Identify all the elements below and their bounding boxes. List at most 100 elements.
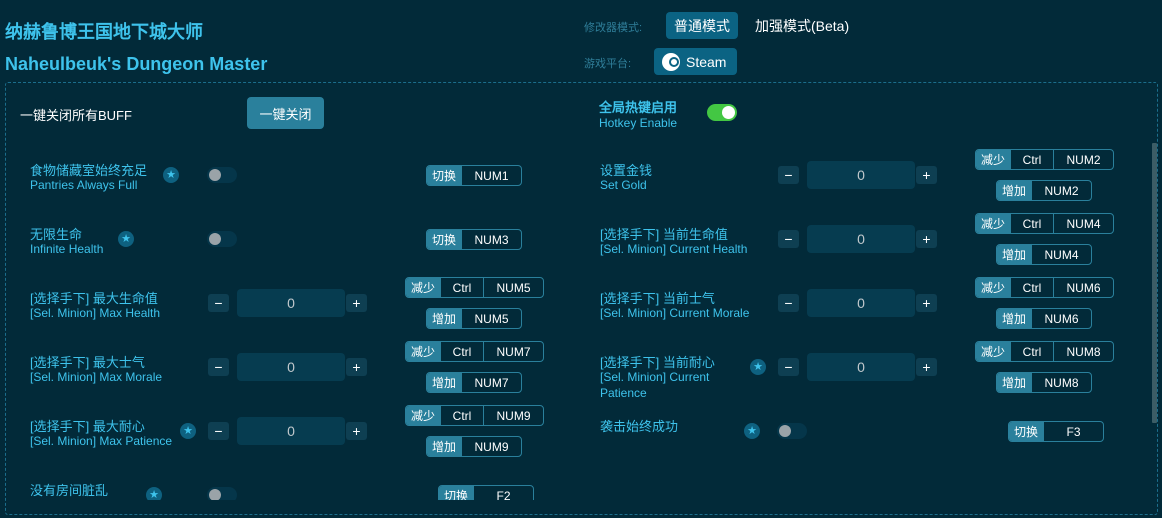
decrease-button[interactable]: − <box>208 294 229 312</box>
cheat-name-en: Pantries Always Full <box>30 178 138 192</box>
hotkey-increase-num8[interactable]: 增加 NUM8 <box>996 372 1093 393</box>
key-tag: 切换 <box>1009 422 1044 441</box>
hotkey-decrease-num6[interactable]: 减少 Ctrl NUM6 <box>975 277 1115 298</box>
key-tag: 增加 <box>997 309 1032 328</box>
hotkey-decrease-num9[interactable]: 减少 Ctrl NUM9 <box>405 405 545 426</box>
value-input[interactable]: 0 <box>237 289 345 317</box>
key-tag: 减少 <box>406 278 441 297</box>
hotkey-increase-num2[interactable]: 增加 NUM2 <box>996 180 1093 201</box>
key-cap: NUM3 <box>461 230 521 249</box>
hotkey-toggle-f3[interactable]: 切换 F3 <box>1008 421 1105 442</box>
star-icon[interactable]: ★ <box>118 231 134 247</box>
increase-button[interactable]: + <box>916 230 937 248</box>
value-input[interactable]: 0 <box>807 161 915 189</box>
cheat-name-en: [Sel. Minion] Max Health <box>30 306 161 320</box>
cheat-toggle[interactable] <box>207 231 237 247</box>
key-tag: 减少 <box>976 150 1011 169</box>
hotkey-increase-num7[interactable]: 增加 NUM7 <box>426 372 523 393</box>
key-tag: 减少 <box>406 342 441 361</box>
value-input[interactable]: 0 <box>807 289 915 317</box>
decrease-button[interactable]: − <box>208 422 229 440</box>
increase-button[interactable]: + <box>346 294 367 312</box>
hotkey-decrease-num4[interactable]: 减少 Ctrl NUM4 <box>975 213 1115 234</box>
key-cap: NUM4 <box>1053 214 1113 233</box>
value-input[interactable]: 0 <box>807 353 915 381</box>
increase-button[interactable]: + <box>916 294 937 312</box>
hotkey-toggle-num3[interactable]: 切换 NUM3 <box>426 229 523 250</box>
cheat-toggle[interactable] <box>207 487 237 500</box>
decrease-button[interactable]: − <box>778 294 799 312</box>
hotkey-decrease-num2[interactable]: 减少 Ctrl NUM2 <box>975 149 1115 170</box>
cheat-name-cn: 没有房间脏乱 <box>30 483 109 498</box>
key-tag: 减少 <box>976 278 1011 297</box>
star-icon[interactable]: ★ <box>146 487 162 500</box>
key-tag: 增加 <box>427 437 462 456</box>
cheat-list: 食物储藏室始终充足 Pantries Always Full ★ 切换 NUM1 无限生命… <box>0 0 1162 500</box>
key-tag: 切换 <box>427 166 462 185</box>
key-cap: NUM8 <box>1053 342 1113 361</box>
toggle-knob <box>209 233 221 245</box>
cheat-name-en: [Sel. Minion] Current Morale <box>600 306 750 320</box>
key-cap: NUM7 <box>483 342 543 361</box>
key-cap: F3 <box>1043 422 1103 441</box>
key-tag: 增加 <box>997 373 1032 392</box>
cheat-name-en: [Sel. Minion] Current Health <box>600 242 748 256</box>
decrease-button[interactable]: − <box>778 230 799 248</box>
hotkey-increase-num6[interactable]: 增加 NUM6 <box>996 308 1093 329</box>
key-cap: F2 <box>473 486 533 500</box>
key-cap: NUM7 <box>461 373 521 392</box>
key-cap: NUM1 <box>461 166 521 185</box>
increase-button[interactable]: + <box>916 166 937 184</box>
cheat-name-cn: 袭击始终成功 <box>600 419 679 434</box>
key-cap: Ctrl <box>440 342 483 361</box>
star-icon[interactable]: ★ <box>744 423 760 439</box>
key-cap: Ctrl <box>1010 150 1053 169</box>
decrease-button[interactable]: − <box>208 358 229 376</box>
hotkey-increase-num9[interactable]: 增加 NUM9 <box>426 436 523 457</box>
key-cap: Ctrl <box>440 406 483 425</box>
hotkey-decrease-num8[interactable]: 减少 Ctrl NUM8 <box>975 341 1115 362</box>
cheat-toggle[interactable] <box>207 167 237 183</box>
cheat-name-en: [Sel. Minion] Current Patience <box>600 370 710 400</box>
toggle-knob <box>209 489 221 500</box>
value-input[interactable]: 0 <box>237 417 345 445</box>
increase-button[interactable]: + <box>916 358 937 376</box>
key-cap: Ctrl <box>1010 278 1053 297</box>
key-tag: 减少 <box>976 214 1011 233</box>
star-icon[interactable]: ★ <box>163 167 179 183</box>
hotkey-toggle-f2[interactable]: 切换 F2 <box>438 485 535 500</box>
star-icon[interactable]: ★ <box>750 359 766 375</box>
hotkey-toggle-num1[interactable]: 切换 NUM1 <box>426 165 523 186</box>
key-tag: 切换 <box>439 486 474 500</box>
increase-button[interactable]: + <box>346 422 367 440</box>
hotkey-decrease-num7[interactable]: 减少 Ctrl NUM7 <box>405 341 545 362</box>
key-cap: NUM5 <box>483 278 543 297</box>
decrease-button[interactable]: − <box>778 358 799 376</box>
key-cap: NUM9 <box>483 406 543 425</box>
key-tag: 减少 <box>976 342 1011 361</box>
hotkey-decrease-num5[interactable]: 减少 Ctrl NUM5 <box>405 277 545 298</box>
key-tag: 增加 <box>997 181 1032 200</box>
cheat-name-en: [Sel. Minion] Max Morale <box>30 370 163 384</box>
key-tag: 切换 <box>427 230 462 249</box>
key-cap: NUM9 <box>461 437 521 456</box>
key-cap: Ctrl <box>1010 342 1053 361</box>
hotkey-increase-num4[interactable]: 增加 NUM4 <box>996 244 1093 265</box>
value-input[interactable]: 0 <box>807 225 915 253</box>
key-tag: 增加 <box>427 309 462 328</box>
key-cap: NUM6 <box>1031 309 1091 328</box>
increase-button[interactable]: + <box>346 358 367 376</box>
key-tag: 增加 <box>997 245 1032 264</box>
decrease-button[interactable]: − <box>778 166 799 184</box>
cheat-name-en: Set Gold <box>600 178 647 192</box>
key-cap: Ctrl <box>1010 214 1053 233</box>
star-icon[interactable]: ★ <box>180 423 196 439</box>
hotkey-increase-num5[interactable]: 增加 NUM5 <box>426 308 523 329</box>
key-cap: NUM2 <box>1053 150 1113 169</box>
value-input[interactable]: 0 <box>237 353 345 381</box>
toggle-knob <box>209 169 221 181</box>
cheat-toggle[interactable] <box>777 423 807 439</box>
key-tag: 减少 <box>406 406 441 425</box>
cheat-name-en: Infinite Health <box>30 242 104 256</box>
key-cap: Ctrl <box>440 278 483 297</box>
